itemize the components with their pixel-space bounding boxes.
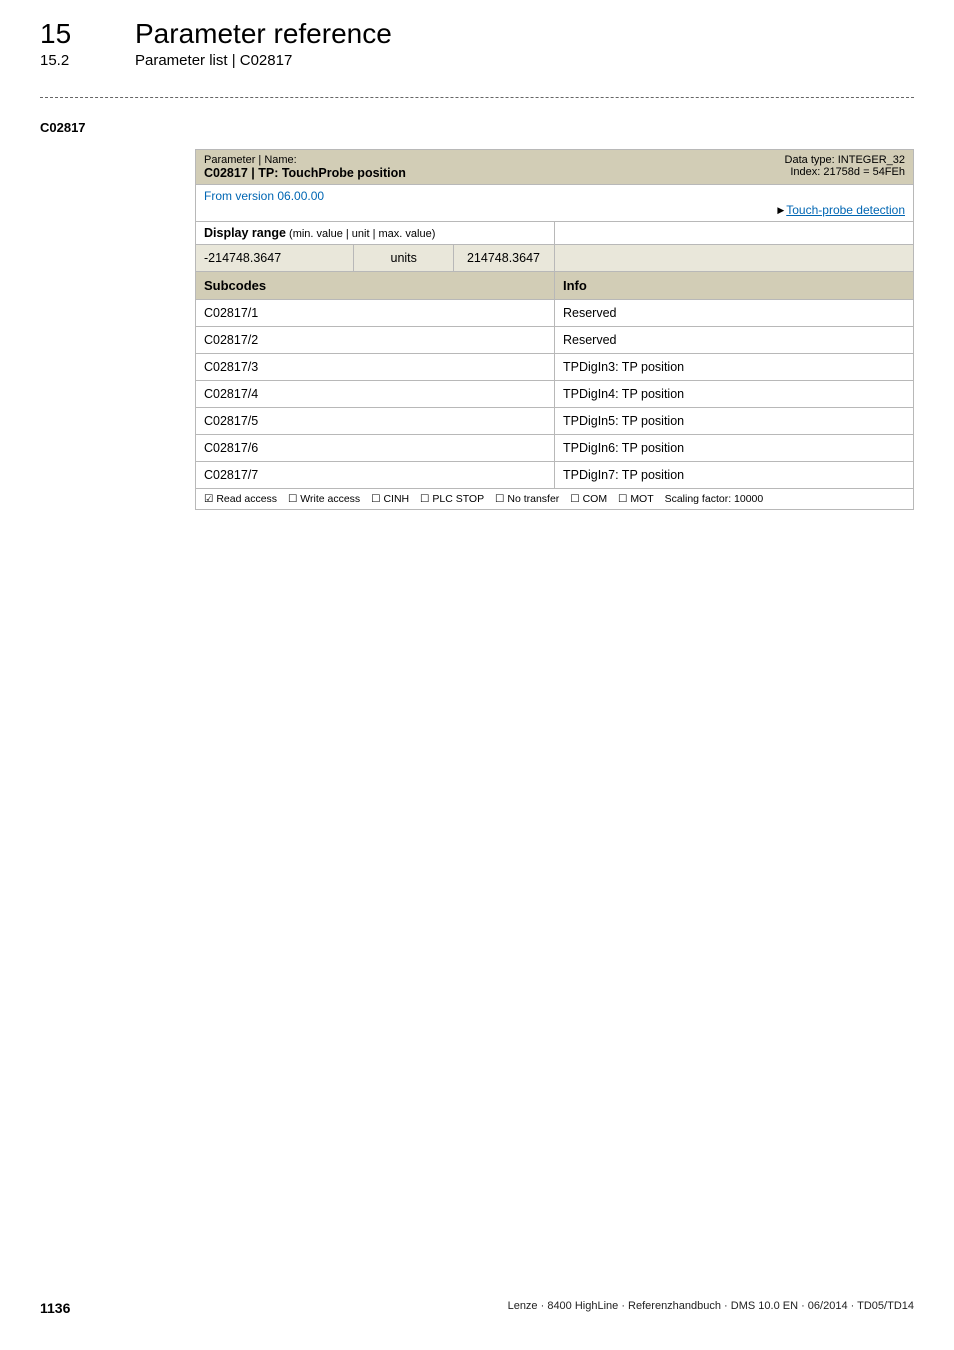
read-access-flag: ☑ Read access: [204, 493, 277, 505]
section-title: Parameter list | C02817: [135, 52, 292, 69]
index-value: Index: 21758d = 54FEh: [785, 166, 905, 178]
cinh-flag: ☐ CINH: [371, 493, 409, 505]
section-number: 15.2: [40, 52, 135, 69]
subcodes-header-row: Subcodes Info: [196, 272, 914, 300]
page-number: 1136: [40, 1300, 70, 1316]
table-row: C02817/4 TPDigIn4: TP position: [196, 381, 914, 408]
parameter-code-heading: C02817: [40, 120, 954, 135]
access-flags: ☑ Read access ☐ Write access ☐ CINH ☐ PL…: [204, 493, 905, 505]
subcode-cell: C02817/6: [196, 435, 555, 462]
parameter-label: Parameter | Name:: [204, 154, 406, 166]
subcode-cell: C02817/1: [196, 300, 555, 327]
table-row: C02817/3 TPDigIn3: TP position: [196, 354, 914, 381]
display-range-values-row: -214748.3647 units 214748.3647: [196, 245, 914, 272]
plc-stop-flag: ☐ PLC STOP: [420, 493, 484, 505]
page-footer: 1136 Lenze · 8400 HighLine · Referenzhan…: [40, 1300, 914, 1316]
display-range-sublabel: (min. value | unit | max. value): [286, 228, 435, 240]
info-cell: TPDigIn7: TP position: [554, 462, 913, 489]
empty-cell: [554, 222, 913, 245]
info-cell: Reserved: [554, 300, 913, 327]
subcode-cell: C02817/5: [196, 408, 555, 435]
sub-line: 15.2 Parameter list | C02817: [40, 52, 954, 69]
parameter-name: C02817 | TP: TouchProbe position: [204, 166, 406, 180]
no-transfer-flag: ☐ No transfer: [495, 493, 559, 505]
version-text: From version 06.00.00: [204, 189, 324, 203]
subcode-cell: C02817/4: [196, 381, 555, 408]
table-row: C02817/7 TPDigIn7: TP position: [196, 462, 914, 489]
table-row: C02817/2 Reserved: [196, 327, 914, 354]
subcode-cell: C02817/2: [196, 327, 555, 354]
header-right: Data type: INTEGER_32 Index: 21758d = 54…: [785, 154, 905, 178]
info-cell: TPDigIn6: TP position: [554, 435, 913, 462]
display-range-header-row: Display range (min. value | unit | max. …: [196, 222, 914, 245]
version-row: From version 06.00.00: [196, 185, 914, 204]
subcode-cell: C02817/3: [196, 354, 555, 381]
info-cell: TPDigIn4: TP position: [554, 381, 913, 408]
min-value: -214748.3647: [196, 245, 354, 272]
empty-cell: [554, 245, 913, 272]
footer-text: Lenze · 8400 HighLine · Referenzhandbuch…: [508, 1300, 914, 1316]
mot-flag: ☐ MOT: [618, 493, 654, 505]
link-row: ▶Touch-probe detection: [196, 203, 914, 222]
page-header: 15 Parameter reference 15.2 Parameter li…: [0, 0, 954, 69]
chapter-number: 15: [40, 18, 135, 50]
display-range-label: Display range: [204, 226, 286, 240]
info-cell: TPDigIn3: TP position: [554, 354, 913, 381]
header-left: Parameter | Name: C02817 | TP: TouchProb…: [204, 154, 406, 180]
touch-probe-link[interactable]: Touch-probe detection: [786, 203, 905, 217]
table-header-row: Parameter | Name: C02817 | TP: TouchProb…: [196, 150, 914, 185]
info-cell: TPDigIn5: TP position: [554, 408, 913, 435]
subcode-cell: C02817/7: [196, 462, 555, 489]
horizontal-rule: [40, 97, 914, 98]
write-access-flag: ☐ Write access: [288, 493, 360, 505]
subcodes-label: Subcodes: [196, 272, 555, 300]
scaling-factor: Scaling factor: 10000: [665, 493, 764, 505]
triangle-icon: ▶: [777, 205, 784, 215]
data-type: Data type: INTEGER_32: [785, 154, 905, 166]
com-flag: ☐ COM: [570, 493, 607, 505]
table-row: C02817/6 TPDigIn6: TP position: [196, 435, 914, 462]
table-row: C02817/5 TPDigIn5: TP position: [196, 408, 914, 435]
parameter-table: Parameter | Name: C02817 | TP: TouchProb…: [195, 149, 914, 510]
info-label: Info: [554, 272, 913, 300]
info-cell: Reserved: [554, 327, 913, 354]
unit-value: units: [353, 245, 454, 272]
max-value: 214748.3647: [454, 245, 555, 272]
table-row: C02817/1 Reserved: [196, 300, 914, 327]
chapter-line: 15 Parameter reference: [40, 18, 954, 50]
chapter-title: Parameter reference: [135, 18, 392, 50]
access-footer-row: ☑ Read access ☐ Write access ☐ CINH ☐ PL…: [196, 489, 914, 510]
